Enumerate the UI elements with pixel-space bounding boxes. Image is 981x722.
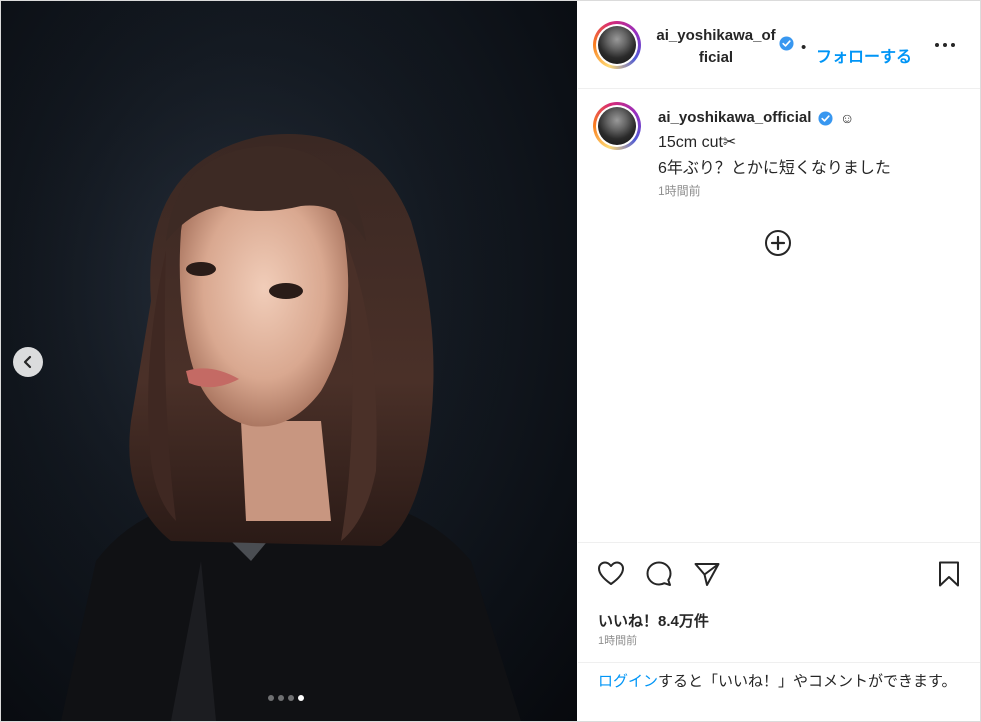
post-actions: いいね！8.4万件 1時間前 ログインすると「いいね！」やコメントができます。 bbox=[578, 542, 980, 721]
header-username-link[interactable]: ai_yoshikawa_official bbox=[656, 25, 776, 69]
login-prompt: ログインすると「いいね！」やコメントができます。 bbox=[578, 662, 980, 722]
carousel-prev-button[interactable] bbox=[13, 347, 43, 377]
verified-badge-icon bbox=[779, 36, 794, 51]
bookmark-icon[interactable] bbox=[934, 559, 964, 589]
post-side-panel: ai_yoshikawa_official • フォローする ai_yoshik… bbox=[578, 1, 980, 721]
follow-button[interactable]: フォローする bbox=[816, 43, 912, 67]
post-header: ai_yoshikawa_official • フォローする bbox=[578, 1, 980, 89]
post-timestamp: 1時間前 bbox=[598, 635, 638, 647]
more-options-icon[interactable] bbox=[933, 35, 957, 55]
login-prompt-message: すると「いいね！」やコメントができます。 bbox=[658, 673, 957, 690]
share-icon[interactable] bbox=[692, 559, 722, 589]
caption-emoji: ☺ bbox=[840, 110, 855, 126]
heart-icon[interactable] bbox=[596, 559, 626, 589]
chevron-left-icon bbox=[23, 355, 32, 369]
caption-text-line: 15cm cut✂ bbox=[658, 134, 737, 151]
add-comment-icon[interactable] bbox=[764, 229, 792, 257]
caption-avatar[interactable] bbox=[593, 102, 641, 150]
caption-timestamp: 1時間前 bbox=[658, 184, 701, 198]
carousel-dot bbox=[298, 695, 304, 701]
verified-badge-icon bbox=[818, 111, 833, 126]
carousel-indicators bbox=[268, 695, 304, 701]
separator-dot: • bbox=[801, 39, 807, 56]
likes-count[interactable]: いいね！8.4万件 bbox=[598, 610, 709, 631]
post-photo bbox=[1, 1, 577, 721]
carousel-dot bbox=[278, 695, 284, 701]
comment-icon[interactable] bbox=[644, 559, 674, 589]
profile-avatar[interactable] bbox=[593, 21, 641, 69]
login-prompt-text: ログインすると「いいね！」やコメントができます。 bbox=[598, 671, 968, 693]
caption-username-link[interactable]: ai_yoshikawa_official bbox=[658, 109, 811, 126]
post-media[interactable] bbox=[1, 1, 577, 721]
caption-text-line: 6年ぶり？とかに短くなりました bbox=[658, 160, 891, 177]
carousel-dot bbox=[288, 695, 294, 701]
carousel-dot bbox=[268, 695, 274, 701]
login-link[interactable]: ログイン bbox=[598, 673, 658, 690]
